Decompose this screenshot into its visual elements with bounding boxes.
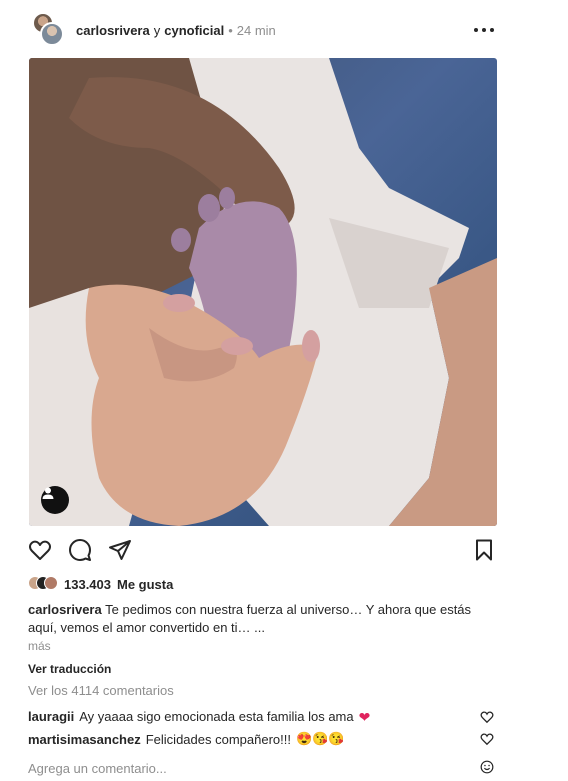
post-header: carlosrivera y cynoficial • 24 min — [28, 10, 498, 50]
comment-like-heart-icon[interactable] — [480, 732, 494, 746]
dot-icon — [474, 28, 478, 32]
comment-text: Ay yaaaa sigo emocionada esta familia lo… — [79, 709, 354, 724]
emoji-sequence: 😍😘😘 — [295, 731, 345, 746]
likes-summary[interactable]: 133.403 Me gusta — [28, 575, 173, 593]
likes-count[interactable]: 133.403 — [64, 577, 111, 592]
likes-label[interactable]: Me gusta — [117, 577, 173, 592]
share-button[interactable] — [108, 538, 134, 564]
comment-row: lauragii Ay yaaaa sigo emocionada esta f… — [28, 709, 494, 724]
post-image[interactable] — [29, 58, 497, 526]
comment-icon — [69, 539, 91, 561]
comment-text: Felicidades compañero!!! — [145, 731, 291, 747]
header-usernames: carlosrivera y cynoficial • 24 min — [76, 23, 276, 38]
tagged-user-button[interactable] — [41, 486, 69, 514]
emoji-picker-icon[interactable] — [480, 760, 494, 774]
send-icon — [109, 540, 131, 560]
red-heart-emoji: ❤ — [358, 708, 371, 725]
coauthor-username[interactable]: cynoficial — [164, 23, 224, 38]
dot-icon — [482, 28, 486, 32]
comment-button[interactable] — [68, 538, 94, 564]
user-icon — [42, 487, 54, 499]
liker-avatars — [28, 575, 58, 593]
comment-like-heart-icon[interactable] — [480, 710, 494, 724]
view-all-comments-link[interactable]: Ver los 4114 comentarios — [28, 683, 174, 698]
post-caption: carlosrivera Te pedimos con nuestra fuer… — [28, 601, 500, 637]
post-image-illustration — [29, 58, 497, 526]
comment-row: martisimasanchez Felicidades compañero!!… — [28, 731, 494, 747]
heart-icon — [29, 540, 51, 560]
connector-text: y — [153, 22, 161, 38]
bookmark-icon — [476, 539, 492, 561]
like-button[interactable] — [28, 538, 54, 564]
save-button[interactable] — [472, 538, 498, 564]
avatar[interactable] — [40, 22, 64, 46]
avatar — [44, 576, 58, 590]
author-username[interactable]: carlosrivera — [76, 23, 150, 38]
comment-username[interactable]: lauragii — [28, 709, 74, 724]
comment-username[interactable]: martisimasanchez — [28, 732, 141, 747]
add-comment-input[interactable]: Agrega un comentario... — [28, 759, 494, 777]
more-link[interactable]: más — [28, 639, 51, 653]
more-options-button[interactable] — [474, 20, 494, 40]
caption-username[interactable]: carlosrivera — [28, 602, 102, 617]
separator-dot: • — [228, 22, 233, 38]
add-comment-placeholder[interactable]: Agrega un comentario... — [28, 761, 167, 776]
see-translation-link[interactable]: Ver traducción — [28, 662, 111, 676]
post-time[interactable]: 24 min — [237, 23, 276, 38]
dot-icon — [490, 28, 494, 32]
coauthor-avatars[interactable] — [28, 10, 68, 50]
post-actions — [28, 538, 498, 564]
